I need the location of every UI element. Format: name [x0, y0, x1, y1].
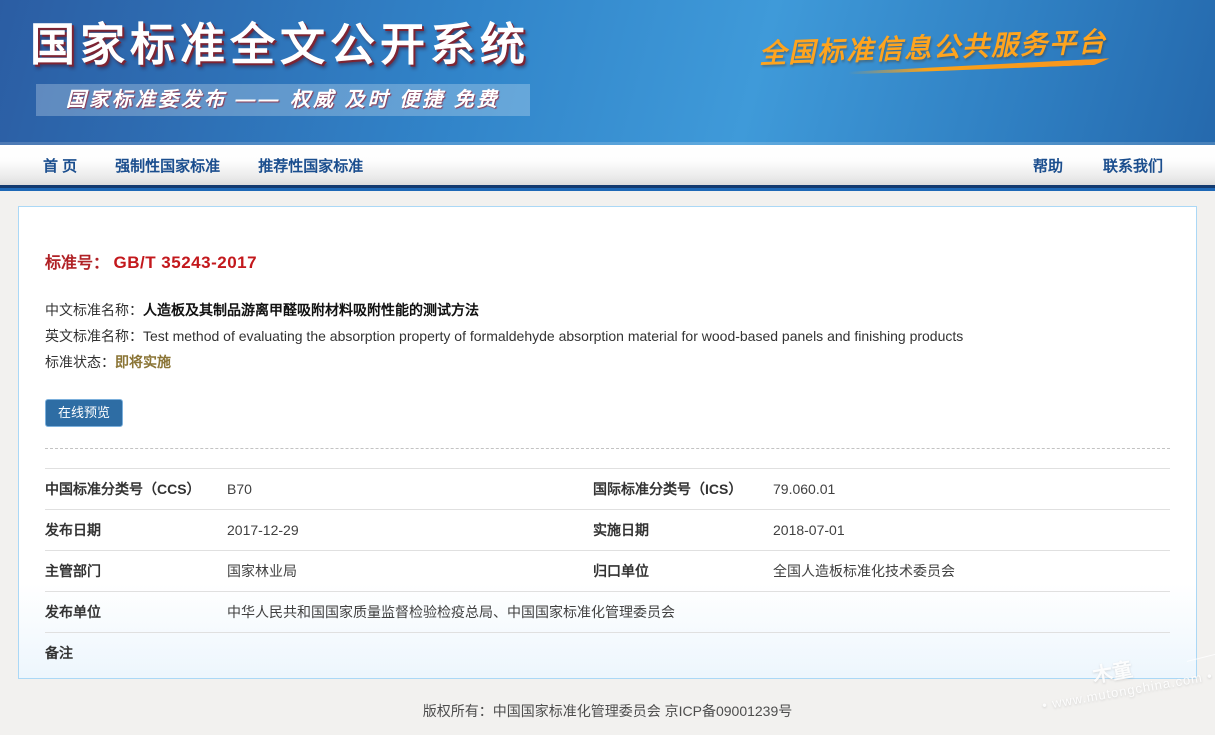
main-nav: 首 页 强制性国家标准 推荐性国家标准 帮助 联系我们	[0, 145, 1215, 185]
cn-name-value: 人造板及其制品游离甲醛吸附材料吸附性能的测试方法	[143, 302, 479, 318]
en-name-line: 英文标准名称：Test method of evaluating the abs…	[45, 323, 1170, 349]
nav-item-mandatory-standards[interactable]: 强制性国家标准	[115, 155, 220, 176]
standard-number-line: 标准号： GB/T 35243-2017	[45, 207, 1170, 273]
status-line: 标准状态：即将实施	[45, 349, 1170, 375]
nav-item-contact-us[interactable]: 联系我们	[1103, 155, 1163, 176]
table-row: 主管部门 国家林业局 归口单位 全国人造板标准化技术委员会	[45, 550, 1170, 591]
table-row: 备注	[45, 632, 1170, 673]
nav-item-help[interactable]: 帮助	[1033, 155, 1063, 176]
ics-label: 国际标准分类号（ICS）	[593, 479, 773, 499]
status-label: 标准状态：	[45, 354, 115, 370]
ics-value: 79.060.01	[773, 481, 1170, 497]
online-preview-button[interactable]: 在线预览	[45, 399, 123, 427]
cn-name-label: 中文标准名称：	[45, 302, 143, 318]
main-content: 标准号： GB/T 35243-2017 中文标准名称：人造板及其制品游离甲醛吸…	[0, 191, 1215, 679]
committee-label: 归口单位	[593, 561, 773, 581]
nav-right-group: 帮助 联系我们	[1033, 155, 1163, 176]
nav-item-home[interactable]: 首 页	[43, 155, 77, 176]
implement-date-value: 2018-07-01	[773, 522, 1170, 538]
nav-item-recommended-standards[interactable]: 推荐性国家标准	[258, 155, 363, 176]
table-row: 发布单位 中华人民共和国国家质量监督检验检疫总局、中国国家标准化管理委员会	[45, 591, 1170, 632]
standard-number-label: 标准号：	[45, 255, 109, 272]
dashed-divider	[45, 448, 1170, 449]
page-footer: 版权所有：中国国家标准化管理委员会 京ICP备09001239号	[0, 679, 1215, 721]
standard-detail-panel: 标准号： GB/T 35243-2017 中文标准名称：人造板及其制品游离甲醛吸…	[18, 206, 1197, 679]
en-name-value: Test method of evaluating the absorption…	[143, 328, 963, 344]
implement-date-label: 实施日期	[593, 520, 773, 540]
table-row: 发布日期 2017-12-29 实施日期 2018-07-01	[45, 509, 1170, 550]
ccs-value: B70	[227, 481, 593, 497]
committee-value: 全国人造板标准化技术委员会	[773, 561, 1170, 581]
details-table: 中国标准分类号（CCS） B70 国际标准分类号（ICS） 79.060.01 …	[45, 468, 1170, 673]
publish-date-value: 2017-12-29	[227, 522, 593, 538]
site-subtitle: 国家标准委发布 —— 权威 及时 便捷 免费	[36, 84, 530, 116]
standard-number-value: GB/T 35243-2017	[113, 253, 257, 272]
standard-info-lines: 中文标准名称：人造板及其制品游离甲醛吸附材料吸附性能的测试方法 英文标准名称：T…	[45, 297, 1170, 375]
site-title: 国家标准全文公开系统	[30, 8, 530, 73]
authority-label: 主管部门	[45, 561, 227, 581]
site-header: 国家标准全文公开系统 国家标准委发布 —— 权威 及时 便捷 免费 全国标准信息…	[0, 0, 1215, 145]
authority-value: 国家林业局	[227, 561, 593, 581]
table-row: 中国标准分类号（CCS） B70 国际标准分类号（ICS） 79.060.01	[45, 468, 1170, 509]
publisher-label: 发布单位	[45, 602, 227, 622]
publisher-value: 中华人民共和国国家质量监督检验检疫总局、中国国家标准化管理委员会	[227, 602, 1170, 622]
nav-left-group: 首 页 强制性国家标准 推荐性国家标准	[43, 155, 363, 176]
status-value: 即将实施	[115, 354, 171, 370]
publish-date-label: 发布日期	[45, 520, 227, 540]
cn-name-line: 中文标准名称：人造板及其制品游离甲醛吸附材料吸附性能的测试方法	[45, 297, 1170, 323]
ccs-label: 中国标准分类号（CCS）	[45, 479, 227, 499]
en-name-label: 英文标准名称：	[45, 328, 143, 344]
remarks-label: 备注	[45, 643, 227, 663]
copyright-text: 版权所有：中国国家标准化管理委员会 京ICP备09001239号	[423, 703, 793, 719]
